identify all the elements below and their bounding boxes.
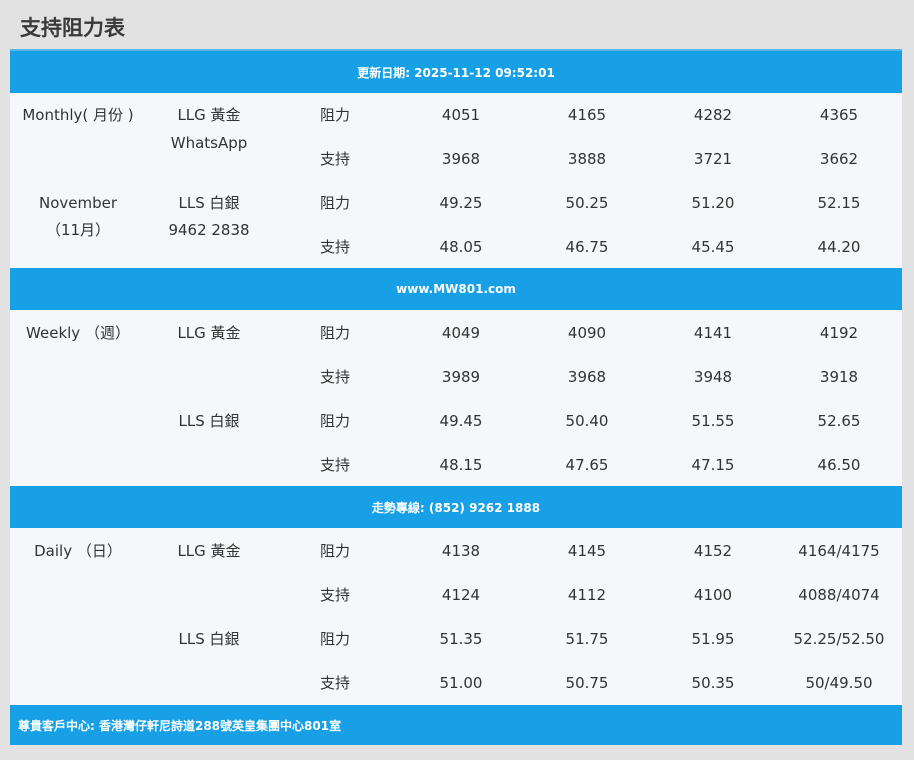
period-label-daily: Daily （日） [34,542,122,560]
support-resistance-table: 更新日期: 2025-11-12 09:52:01 Monthly( 月份 ) … [10,49,902,745]
customer-center-bar: 尊貴客戶中心: 香港灣仔軒尼詩道288號英皇集團中心801室 [10,705,902,745]
row-type: 阻力 [320,630,351,648]
value-cell: 44.20 [817,238,861,256]
value-cell: 4152 [693,542,733,560]
row-type: 阻力 [320,412,351,430]
hotline-text: 走勢專線: (852) 9262 1888 [371,500,541,515]
value-cell: 3968 [441,150,481,168]
value-cell: 4090 [567,324,607,342]
value-cell: 46.75 [565,238,609,256]
value-cell: 51.75 [565,630,609,648]
value-cell: 51.55 [691,412,735,430]
value-cell: 3989 [441,368,481,386]
whatsapp-label: WhatsApp [170,134,248,152]
value-cell: 4282 [693,106,733,124]
website-link[interactable]: www.MW801.com [396,282,516,296]
page-title: 支持阻力表 [20,16,125,40]
instrument-gold-daily: LLG 黃金 [177,542,241,560]
period-label-weekly: Weekly （週） [26,324,130,342]
row-type: 支持 [320,586,351,604]
value-cell: 47.65 [565,456,609,474]
row-type: 支持 [320,150,351,168]
value-cell: 51.95 [691,630,735,648]
period-label-monthly: Monthly( 月份 ) [22,106,134,124]
value-cell: 46.50 [817,456,861,474]
instrument-gold-weekly: LLG 黃金 [177,324,241,342]
period-month-number: （11月） [45,221,111,239]
website-bar[interactable]: www.MW801.com [10,268,902,310]
value-cell: 47.15 [691,456,735,474]
instrument-silver-monthly: LLS 白銀 [178,194,240,212]
value-cell: 51.20 [691,194,735,212]
value-cell: 49.25 [439,194,483,212]
value-cell: 3721 [693,150,733,168]
row-type: 阻力 [320,324,351,342]
value-cell: 52.65 [817,412,861,430]
value-cell: 50.35 [691,674,735,692]
value-cell: 50/49.50 [805,674,873,692]
value-cell: 4051 [441,106,481,124]
value-cell: 3662 [819,150,859,168]
whatsapp-number: 9462 2838 [168,221,250,239]
row-type: 阻力 [320,106,351,124]
row-type: 支持 [320,238,351,256]
value-cell: 4049 [441,324,481,342]
value-cell: 3918 [819,368,859,386]
row-type: 支持 [320,456,351,474]
value-cell: 48.15 [439,456,483,474]
value-cell: 51.35 [439,630,483,648]
value-cell: 4100 [693,586,733,604]
value-cell: 45.45 [691,238,735,256]
customer-center-address: 尊貴客戶中心: 香港灣仔軒尼詩道288號英皇集團中心801室 [18,718,342,733]
hotline-bar: 走勢專線: (852) 9262 1888 [10,486,902,528]
value-cell: 4124 [441,586,481,604]
value-cell: 4112 [567,586,607,604]
value-cell: 48.05 [439,238,483,256]
row-type: 支持 [320,368,351,386]
value-cell: 4165 [567,106,607,124]
instrument-silver-weekly: LLS 白銀 [178,412,240,430]
value-cell: 49.45 [439,412,483,430]
value-cell: 50.25 [565,194,609,212]
value-cell: 3948 [693,368,733,386]
value-cell: 50.75 [565,674,609,692]
row-type: 阻力 [320,194,351,212]
value-cell: 51.00 [439,674,483,692]
instrument-gold-monthly: LLG 黃金 [177,106,241,124]
row-type: 阻力 [320,542,351,560]
value-cell: 4164/4175 [798,542,880,560]
value-cell: 52.15 [817,194,861,212]
value-cell: 4141 [693,324,733,342]
value-cell: 4138 [441,542,481,560]
update-date-bar: 更新日期: 2025-11-12 09:52:01 [10,49,902,93]
value-cell: 52.25/52.50 [793,630,885,648]
value-cell: 50.40 [565,412,609,430]
value-cell: 4088/4074 [798,586,880,604]
period-month-name: November [38,194,118,212]
row-type: 支持 [320,674,351,692]
instrument-silver-daily: LLS 白銀 [178,630,240,648]
value-cell: 4365 [819,106,859,124]
update-date-text: 更新日期: 2025-11-12 09:52:01 [357,65,555,80]
value-cell: 3968 [567,368,607,386]
value-cell: 3888 [567,150,607,168]
value-cell: 4145 [567,542,607,560]
value-cell: 4192 [819,324,859,342]
